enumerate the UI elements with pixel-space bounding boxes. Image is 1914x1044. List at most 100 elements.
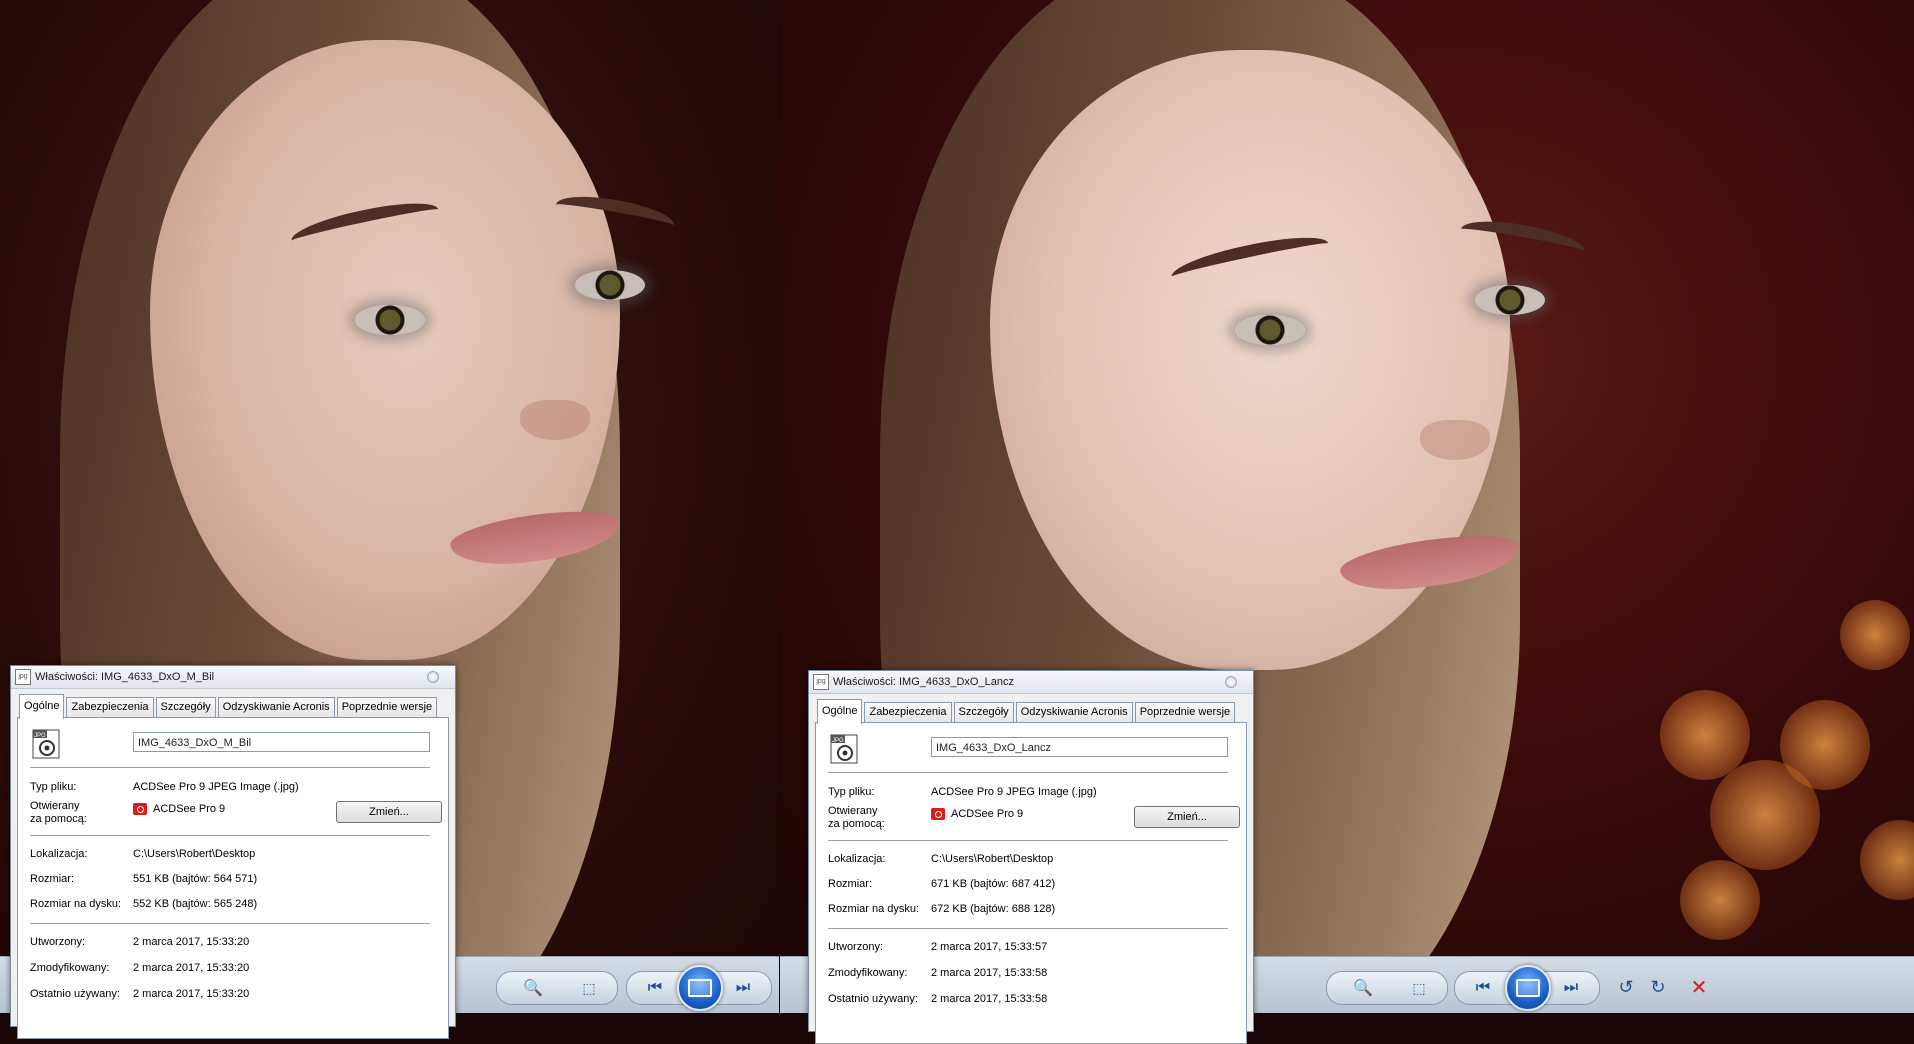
size-value: 671 KB (bajtów: 687 412) <box>931 878 1056 890</box>
next-icon[interactable]: ⏭ <box>727 972 759 1004</box>
accessed-label: Ostatnio używany: <box>30 988 120 1000</box>
general-panel: JPG IMG_4633_DxO_Lancz Typ pliku: ACDSee… <box>815 722 1247 1044</box>
created-label: Utworzony: <box>30 936 86 948</box>
window-icon: jpg <box>15 669 31 685</box>
slideshow-button-right[interactable] <box>1505 965 1551 1011</box>
slideshow-icon <box>688 979 712 997</box>
svg-text:JPG: JPG <box>832 738 844 744</box>
face-left <box>150 40 620 660</box>
file-type-label: Typ pliku: <box>30 781 77 793</box>
tab-security[interactable]: Zabezpieczenia <box>66 697 154 717</box>
tab-strip: Ogólne Zabezpieczenia Szczegóły Odzyskiw… <box>817 699 1253 724</box>
eye-right-2 <box>1475 285 1545 315</box>
previous-icon[interactable]: ⏮ <box>1467 972 1499 1004</box>
bokeh-4 <box>1840 600 1910 670</box>
created-value: 2 marca 2017, 15:33:20 <box>133 936 250 948</box>
separator <box>30 923 430 924</box>
size-on-disk-label: Rozmiar na dysku: <box>828 903 920 915</box>
slideshow-icon <box>1516 979 1540 997</box>
nose-left <box>520 400 590 440</box>
opens-with-label-1: Otwierany <box>30 800 80 812</box>
location-value: C:\Users\Robert\Desktop <box>133 848 256 860</box>
dialog-titlebar[interactable]: jpg Właściwości: IMG_4633_DxO_Lancz <box>809 671 1253 694</box>
separator <box>828 772 1228 773</box>
bokeh-3 <box>1780 700 1870 790</box>
created-value: 2 marca 2017, 15:33:57 <box>931 941 1048 953</box>
separator <box>30 767 430 768</box>
location-label: Lokalizacja: <box>30 848 88 860</box>
jpg-file-icon: JPG <box>830 734 858 764</box>
location-label: Lokalizacja: <box>828 853 886 865</box>
tab-general[interactable]: Ogólne <box>19 694 65 719</box>
tab-previous-versions[interactable]: Poprzednie wersje <box>336 697 438 717</box>
rotate-right-icon[interactable]: ↻ <box>1642 971 1674 1003</box>
tab-acronis-recovery[interactable]: Odzyskiwanie Acronis <box>217 697 335 717</box>
size-on-disk-label: Rozmiar na dysku: <box>30 898 122 910</box>
eye-right-1 <box>1235 315 1305 345</box>
close-icon[interactable] <box>427 671 439 683</box>
tab-security[interactable]: Zabezpieczenia <box>864 702 952 722</box>
eye-left-2 <box>575 270 645 300</box>
separator <box>828 840 1228 841</box>
general-panel: JPG IMG_4633_DxO_M_Bil Typ pliku: ACDSee… <box>17 717 449 1039</box>
next-icon[interactable]: ⏭ <box>1555 972 1587 1004</box>
opens-with-value: ACDSee Pro 9 <box>931 808 1023 821</box>
svg-text:JPG: JPG <box>34 733 46 739</box>
change-button[interactable]: Zmień... <box>1134 806 1240 828</box>
opens-with-label-2: za pomocą: <box>30 813 87 825</box>
size-on-disk-value: 672 KB (bajtów: 688 128) <box>931 903 1056 915</box>
size-label: Rozmiar: <box>828 878 873 890</box>
accessed-value: 2 marca 2017, 15:33:20 <box>133 988 250 1000</box>
fit-window-icon[interactable]: ⬚ <box>1403 972 1435 1004</box>
file-name-field[interactable]: IMG_4633_DxO_Lancz <box>931 737 1228 757</box>
delete-icon[interactable]: ✕ <box>1683 971 1715 1003</box>
modified-label: Zmodyfikowany: <box>828 967 908 979</box>
size-label: Rozmiar: <box>30 873 75 885</box>
size-value: 551 KB (bajtów: 564 571) <box>133 873 258 885</box>
opens-with-label-2: za pomocą: <box>828 818 885 830</box>
tab-details[interactable]: Szczegóły <box>155 697 216 717</box>
close-icon[interactable] <box>1225 676 1237 688</box>
fit-window-icon[interactable]: ⬚ <box>573 972 605 1004</box>
file-name-field[interactable]: IMG_4633_DxO_M_Bil <box>133 732 430 752</box>
opens-with-label-1: Otwierany <box>828 805 878 817</box>
file-type-value: ACDSee Pro 9 JPEG Image (.jpg) <box>931 786 1097 798</box>
tab-strip: Ogólne Zabezpieczenia Szczegóły Odzyskiw… <box>19 694 455 719</box>
window-icon: jpg <box>813 674 829 690</box>
location-value: C:\Users\Robert\Desktop <box>931 853 1054 865</box>
tab-details[interactable]: Szczegóły <box>953 702 1014 722</box>
tab-previous-versions[interactable]: Poprzednie wersje <box>1134 702 1236 722</box>
acdsee-app-icon <box>931 808 945 821</box>
tab-general[interactable]: Ogólne <box>817 699 863 724</box>
properties-dialog-left: jpg Właściwości: IMG_4633_DxO_M_Bil Ogól… <box>10 665 456 1039</box>
accessed-label: Ostatnio używany: <box>828 993 918 1005</box>
file-type-value: ACDSee Pro 9 JPEG Image (.jpg) <box>133 781 299 793</box>
bokeh-6 <box>1680 860 1760 940</box>
change-button[interactable]: Zmień... <box>336 801 442 823</box>
opens-with-value: ACDSee Pro 9 <box>133 803 226 816</box>
modified-value: 2 marca 2017, 15:33:58 <box>931 967 1048 979</box>
rotate-left-icon[interactable]: ↺ <box>1610 971 1642 1003</box>
separator <box>828 928 1228 929</box>
created-label: Utworzony: <box>828 941 884 953</box>
modified-value: 2 marca 2017, 15:33:20 <box>133 962 250 974</box>
opens-with-app: ACDSee Pro 9 <box>153 803 226 815</box>
zoom-group-left: 🔍 ⬚ <box>496 971 618 1005</box>
jpg-file-icon: JPG <box>32 729 60 759</box>
zoom-icon[interactable]: 🔍 <box>1347 972 1379 1004</box>
nose-right <box>1420 420 1490 460</box>
previous-icon[interactable]: ⏮ <box>639 972 671 1004</box>
bokeh-5 <box>1860 820 1914 900</box>
size-on-disk-value: 552 KB (bajtów: 565 248) <box>133 898 258 910</box>
file-type-label: Typ pliku: <box>828 786 875 798</box>
properties-dialog-right: jpg Właściwości: IMG_4633_DxO_Lancz Ogól… <box>808 670 1254 1044</box>
eye-left-1 <box>355 305 425 335</box>
dialog-titlebar[interactable]: jpg Właściwości: IMG_4633_DxO_M_Bil <box>11 666 455 689</box>
tab-acronis-recovery[interactable]: Odzyskiwanie Acronis <box>1015 702 1133 722</box>
zoom-group-right: 🔍 ⬚ <box>1326 971 1448 1005</box>
separator <box>30 835 430 836</box>
accessed-value: 2 marca 2017, 15:33:58 <box>931 993 1048 1005</box>
slideshow-button-left[interactable] <box>677 965 723 1011</box>
zoom-icon[interactable]: 🔍 <box>517 972 549 1004</box>
dialog-title: Właściwości: IMG_4633_DxO_Lancz <box>833 676 1014 688</box>
